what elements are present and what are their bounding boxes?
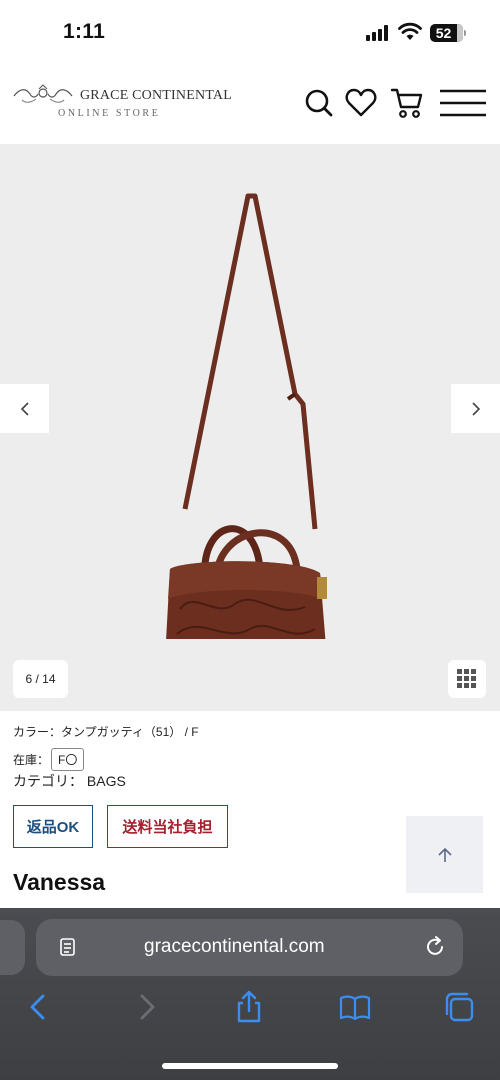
- search-icon[interactable]: [302, 86, 336, 120]
- gallery-grid-button[interactable]: [448, 660, 486, 698]
- browser-toolbar: gracecontinental.com: [0, 908, 500, 1080]
- color-info: カラー：タンプガッティ（51） / F: [13, 725, 199, 739]
- product-gallery[interactable]: 6 / 14: [0, 144, 500, 711]
- product-image: [166, 193, 327, 639]
- site-logo[interactable]: GRACE CONTINENTAL ONLINE STORE: [12, 84, 232, 124]
- logo-ornament-icon: [13, 84, 73, 103]
- category-info: カテゴリ： BAGS: [13, 773, 126, 789]
- menu-icon[interactable]: [438, 86, 488, 120]
- address-bar[interactable]: gracecontinental.com: [36, 919, 463, 976]
- chevron-left-icon: [20, 401, 29, 416]
- reload-icon[interactable]: [423, 935, 447, 959]
- arrow-up-icon: [437, 847, 452, 862]
- stock-info: 在庫： F〇: [13, 748, 85, 771]
- gallery-prev-button[interactable]: [0, 384, 49, 433]
- stock-option[interactable]: F〇: [51, 748, 85, 771]
- status-time: 1:11: [63, 20, 106, 43]
- battery-icon: 52: [430, 24, 463, 42]
- heart-icon[interactable]: [344, 86, 378, 120]
- home-indicator: [162, 1063, 338, 1069]
- wifi-icon: [398, 22, 422, 40]
- back-icon[interactable]: [22, 990, 56, 1024]
- grid-icon: [457, 669, 477, 689]
- share-icon[interactable]: [232, 990, 266, 1024]
- forward-icon[interactable]: [129, 990, 163, 1024]
- gallery-next-button[interactable]: [451, 384, 500, 433]
- image-counter: 6 / 14: [13, 660, 68, 698]
- battery-level: 52: [435, 25, 452, 41]
- chevron-right-icon: [471, 401, 480, 416]
- status-bar: 1:11 52: [0, 0, 500, 66]
- logo-text: GRACE CONTINENTAL: [80, 88, 232, 103]
- shipping-badge: 送料当社負担: [107, 805, 228, 848]
- reader-icon[interactable]: [58, 936, 80, 958]
- product-title: Vanessa: [13, 869, 106, 895]
- url-text: gracecontinental.com: [144, 936, 325, 957]
- bookmarks-icon[interactable]: [338, 990, 372, 1024]
- scroll-to-top-button[interactable]: [406, 816, 483, 893]
- cart-icon[interactable]: [390, 86, 424, 120]
- tabs-icon[interactable]: [442, 990, 476, 1024]
- logo-subtext: ONLINE STORE: [58, 108, 161, 119]
- stock-label: 在庫：: [13, 753, 50, 767]
- signal-icon: [366, 25, 390, 41]
- return-badge: 返品OK: [13, 805, 93, 848]
- site-header: GRACE CONTINENTAL ONLINE STORE: [0, 66, 500, 144]
- previous-tab-preview[interactable]: [0, 920, 25, 975]
- battery-tip: [464, 30, 466, 36]
